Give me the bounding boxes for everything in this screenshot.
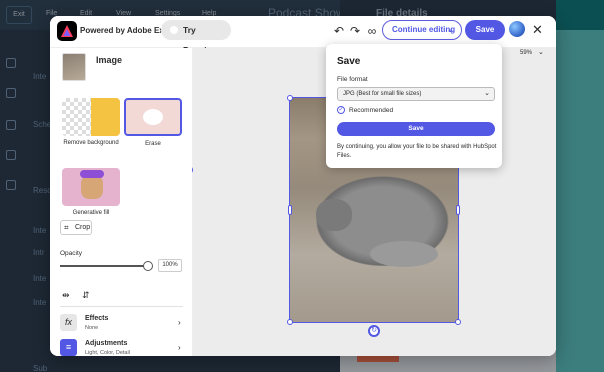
erase-label: Erase xyxy=(145,141,161,147)
image-properties-panel: Image Remove background Erase Generative… xyxy=(50,48,200,356)
popover-title: Save xyxy=(337,56,361,67)
chevron-right-icon[interactable]: › xyxy=(178,318,181,327)
opacity-label: Opacity xyxy=(60,250,83,257)
flip-horizontal-icon[interactable]: ⇹ xyxy=(62,290,70,301)
crown-icon xyxy=(170,26,178,34)
hat-preview xyxy=(80,170,104,178)
link-icon[interactable]: ∞ xyxy=(365,24,379,38)
continue-editing-label: Continue editing xyxy=(392,25,456,34)
adobe-express-modal: Powered by Adobe Express Try Premium ↶ ↷… xyxy=(50,16,556,356)
crop-icon: ⌗ xyxy=(64,223,69,232)
cat-tail xyxy=(370,241,438,267)
remove-background-tool[interactable] xyxy=(62,98,120,136)
zoom-level[interactable]: 59% xyxy=(520,50,532,56)
chevron-down-icon[interactable]: ⌄ xyxy=(538,48,544,56)
file-format-select[interactable]: JPG (Best for small file sizes) ⌄ xyxy=(337,87,495,101)
crop-label: Crop xyxy=(75,224,91,231)
save-button[interactable]: Save xyxy=(465,20,505,40)
resize-handle[interactable] xyxy=(287,95,293,101)
divider xyxy=(60,306,183,307)
erase-tool[interactable] xyxy=(124,98,182,136)
adjustments-title[interactable]: Adjustments xyxy=(85,340,127,347)
remove-background-label: Remove background xyxy=(63,140,119,146)
resize-handle[interactable] xyxy=(288,205,292,215)
recommended-text: Recommended xyxy=(349,107,394,114)
chevron-right-icon[interactable]: › xyxy=(178,343,181,352)
cat-head xyxy=(316,199,352,231)
image-thumbnail xyxy=(62,53,86,81)
continue-editing-button[interactable]: Continue editing ⌄ xyxy=(382,20,462,40)
panel-title: Image xyxy=(96,55,123,65)
opacity-slider-knob[interactable] xyxy=(143,261,153,271)
opacity-slider-track[interactable] xyxy=(60,265,148,267)
adjustments-subtitle: Light, Color, Detail xyxy=(85,350,130,356)
try-premium-button[interactable]: Try Premium xyxy=(161,20,231,55)
avatar[interactable] xyxy=(509,21,525,37)
adobe-express-logo-icon xyxy=(57,21,77,41)
flip-vertical-icon[interactable]: ⇵ xyxy=(82,290,90,301)
popover-save-button[interactable]: Save xyxy=(337,122,495,136)
resize-handle[interactable] xyxy=(456,205,460,215)
redo-icon[interactable]: ↷ xyxy=(348,24,362,38)
fx-icon: fx xyxy=(60,314,77,331)
resize-handle[interactable] xyxy=(287,319,293,325)
close-icon[interactable]: ✕ xyxy=(532,23,543,37)
chevron-down-icon: ⌄ xyxy=(447,25,454,34)
share-note: By continuing, you allow your file to be… xyxy=(337,144,497,159)
undo-icon[interactable]: ↶ xyxy=(332,24,346,38)
file-format-label: File format xyxy=(337,76,368,83)
effects-subtitle: None xyxy=(85,325,99,331)
dog-preview xyxy=(91,98,120,136)
chevron-down-icon: ⌄ xyxy=(484,90,490,97)
resize-handle[interactable] xyxy=(455,319,461,325)
check-circle-icon: ✓ xyxy=(337,106,345,114)
erase-icon xyxy=(143,109,163,125)
generative-fill-label: Generative fill xyxy=(72,210,110,216)
crop-button[interactable]: ⌗ Crop xyxy=(60,220,92,235)
effects-title[interactable]: Effects xyxy=(85,315,108,322)
opacity-input[interactable]: 100% xyxy=(158,259,182,272)
save-popover: Save File format JPG (Best for small fil… xyxy=(326,44,502,168)
file-format-value: JPG (Best for small file sizes) xyxy=(343,91,422,97)
rotate-icon[interactable]: ↻ xyxy=(368,325,380,337)
dog-preview xyxy=(81,175,103,199)
sliders-icon: ≡ xyxy=(60,339,77,356)
generative-fill-tool[interactable] xyxy=(62,168,120,206)
